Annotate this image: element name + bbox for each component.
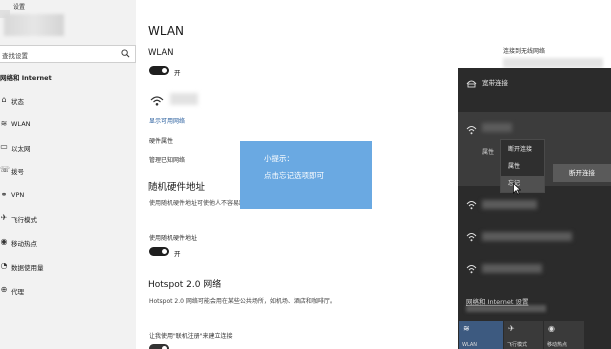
wifi-icon	[466, 126, 477, 135]
hotspot-icon: ◉	[0, 237, 8, 246]
sidebar-item-airplane[interactable]: ✈ 飞行模式	[0, 208, 136, 230]
network-list-item[interactable]	[458, 190, 611, 220]
search-icon	[121, 49, 130, 58]
sidebar-item-label: 代理	[11, 288, 24, 296]
hotspot-description: Hotspot 2.0 网络可能会用在某些公共场所，如机场、酒店和咖啡厅。	[149, 298, 336, 305]
sidebar-item-dialup[interactable]: ☏ 拨号	[0, 160, 136, 182]
tip-text: 点击忘记选项即可	[264, 171, 324, 180]
search-placeholder: 查找设置	[2, 52, 28, 60]
main-content: WLAN WLAN 开 显示可用网络 硬件属性 管理已知网络 随机硬件地址 使用…	[136, 0, 476, 349]
wifi-icon	[466, 265, 477, 274]
online-signup-title: 让我使用"联机注册"来建立连接	[149, 333, 233, 340]
ethernet-icon: ▭	[0, 142, 8, 151]
manage-known-networks-link[interactable]: 管理已知网络	[149, 155, 185, 164]
wifi-signal-icon	[150, 96, 164, 106]
wifi-icon	[466, 233, 477, 242]
tile-label: 移动热点	[547, 342, 568, 348]
sidebar-item-label: 飞行模式	[11, 216, 37, 224]
quick-tile-airplane[interactable]: ✈ 飞行模式	[504, 321, 543, 349]
show-networks-link[interactable]: 显示可用网络	[149, 116, 185, 125]
wlan-toggle-state: 开	[174, 69, 181, 77]
sidebar-item-proxy[interactable]: ⊕ 代理	[0, 280, 136, 302]
data-usage-icon: ◔	[0, 261, 8, 270]
network-settings-subtext	[466, 305, 546, 312]
network-flyout: 宽带连接 属性 断开连接 网络和 Internet 设置 ≋ WLAN ✈ 飞行…	[458, 68, 611, 349]
hotspot-heading: Hotspot 2.0 网络	[148, 280, 222, 290]
sidebar-item-wlan[interactable]: ≋ WLAN	[0, 114, 136, 136]
sidebar-item-ethernet[interactable]: ▭ 以太网	[0, 137, 136, 159]
tip-title: 小提示：	[264, 154, 294, 163]
network-name	[482, 232, 572, 241]
connect-wireless-link[interactable]: 连接到无线网络	[503, 46, 545, 55]
airplane-icon: ✈	[0, 213, 8, 222]
mouse-cursor-icon	[513, 183, 521, 195]
network-list-item[interactable]	[458, 222, 611, 252]
menu-item-disconnect[interactable]: 断开连接	[501, 142, 544, 158]
wlan-toggle[interactable]	[149, 66, 169, 75]
globe-icon: ⊕	[0, 285, 8, 294]
online-signup-toggle[interactable]	[149, 344, 169, 349]
sidebar-item-label: 状态	[11, 98, 24, 106]
random-hw-toggle-state: 开	[174, 250, 181, 258]
hardware-properties-link[interactable]: 硬件属性	[149, 136, 173, 145]
sidebar-item-label: 移动热点	[11, 240, 37, 248]
airplane-icon: ✈	[508, 324, 515, 333]
broadband-label: 宽带连接	[482, 79, 508, 87]
quick-tile-wlan[interactable]: ≋ WLAN	[459, 321, 503, 349]
account-area	[4, 14, 64, 36]
broadband-icon	[466, 80, 477, 88]
search-input[interactable]: 查找设置	[0, 45, 136, 63]
page-title: WLAN	[148, 24, 185, 38]
menu-item-forget[interactable]: 忘记	[501, 176, 544, 192]
network-properties-link[interactable]: 属性	[482, 147, 494, 156]
wifi-icon: ≋	[0, 119, 8, 128]
wifi-icon: ≋	[463, 324, 470, 333]
sidebar-item-label: 数据使用量	[11, 264, 44, 272]
sidebar-item-label: 以太网	[11, 145, 31, 153]
sidebar-item-status[interactable]: ⌂ 状态	[0, 90, 136, 112]
quick-tile-hotspot[interactable]: ◉ 移动热点	[544, 321, 584, 349]
settings-sidebar: 设置 查找设置 网络和 Internet ⌂ 状态 ≋ WLAN ▭ 以太网 ☏…	[0, 0, 136, 349]
related-settings-text	[503, 58, 603, 68]
network-list-item[interactable]	[458, 254, 611, 284]
wlan-heading: WLAN	[148, 48, 174, 58]
menu-item-properties[interactable]: 属性	[501, 159, 544, 175]
wifi-icon	[466, 201, 477, 210]
sidebar-item-label: VPN	[11, 191, 25, 199]
hotspot-icon: ◉	[548, 324, 555, 333]
selected-network-name	[482, 123, 512, 132]
broadband-connection[interactable]: 宽带连接	[458, 68, 611, 96]
sidebar-item-hotspot[interactable]: ◉ 移动热点	[0, 232, 136, 254]
tile-label: 飞行模式	[507, 342, 528, 348]
sidebar-section-title: 网络和 Internet	[0, 74, 52, 82]
random-hw-toggle[interactable]	[149, 247, 169, 256]
network-name	[482, 200, 537, 209]
random-hw-heading: 随机硬件地址	[148, 182, 206, 193]
tip-overlay: 小提示： 点击忘记选项即可	[240, 141, 372, 209]
sidebar-item-label: WLAN	[11, 120, 31, 128]
sidebar-item-data-usage[interactable]: ◔ 数据使用量	[0, 256, 136, 278]
random-hw-toggle-title: 使用随机硬件地址	[149, 235, 198, 242]
sidebar-item-vpn[interactable]: ⚭ VPN	[0, 185, 136, 207]
dialup-icon: ☏	[0, 165, 11, 174]
window-title: 设置	[13, 4, 26, 11]
disconnect-button[interactable]: 断开连接	[553, 164, 611, 182]
vpn-icon: ⚭	[0, 190, 8, 199]
network-name	[482, 264, 542, 273]
current-network[interactable]	[170, 93, 198, 105]
network-context-menu: 断开连接 属性 忘记	[500, 139, 545, 193]
sidebar-item-label: 拨号	[11, 168, 24, 176]
tile-label: WLAN	[462, 342, 478, 348]
home-icon: ⌂	[1, 95, 7, 104]
